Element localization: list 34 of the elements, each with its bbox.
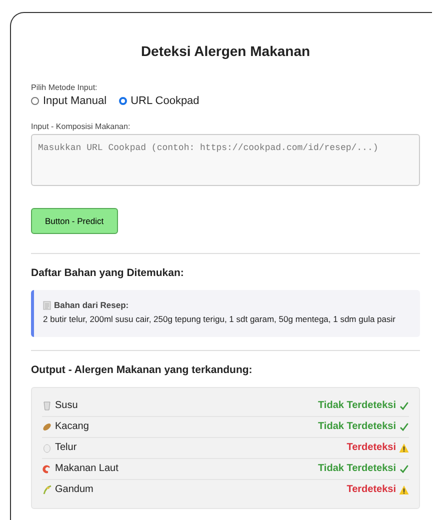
- field-label: Pilih Metode Input:: [31, 83, 98, 92]
- glass-icon: [42, 400, 52, 411]
- shrimp-icon: [42, 464, 52, 474]
- allergen-name: Gandum: [55, 484, 94, 496]
- radio-option[interactable]: URL Cookpad: [118, 95, 200, 107]
- ingredients-text: 2 butir telur, 200ml susu cair, 250g tepung terigu, 1 sdt garam, 50g mentega, 1 sdm gula pasir: [43, 313, 396, 326]
- peanut-icon: [42, 422, 52, 432]
- notepad-icon: [43, 300, 51, 310]
- allergen-name: Kacang: [55, 421, 89, 432]
- detection-status: Terdeteksi: [346, 484, 396, 496]
- field-label: Input - Komposisi Makanan:: [31, 122, 132, 131]
- section-heading: Daftar Bahan yang Ditemukan:: [31, 267, 185, 279]
- allergen-name: Susu: [55, 400, 78, 412]
- allergen-name: Makanan Laut: [55, 463, 118, 474]
- predict-button[interactable]: Button - Predict: [31, 208, 118, 234]
- allergen-name: Telur: [55, 442, 77, 454]
- page-title: Deteksi Alergen Makanan: [140, 43, 312, 59]
- radio-icon[interactable]: [118, 97, 127, 105]
- input-field[interactable]: Masukkan URL Cookpad (contoh: https://cookpad.com/id/resep/...): [31, 134, 420, 186]
- detection-status: Tidak Terdeteksi: [318, 463, 396, 474]
- panel-title: Bahan dari Resep:: [54, 300, 129, 310]
- radio-icon[interactable]: [31, 97, 39, 105]
- check-icon: [399, 422, 409, 432]
- detection-status: Terdeteksi: [346, 442, 396, 454]
- egg-icon: [42, 442, 52, 453]
- check-icon: [399, 400, 409, 411]
- detection-status: Tidak Terdeteksi: [318, 400, 396, 412]
- radio-option[interactable]: Input Manual: [31, 95, 107, 107]
- warning-icon: [399, 484, 409, 495]
- section-heading: Output - Alergen Makanan yang terkandung:: [31, 364, 254, 376]
- check-icon: [399, 464, 409, 474]
- detection-status: Tidak Terdeteksi: [318, 421, 396, 432]
- wheat-icon: [42, 484, 52, 495]
- warning-icon: [399, 442, 409, 453]
